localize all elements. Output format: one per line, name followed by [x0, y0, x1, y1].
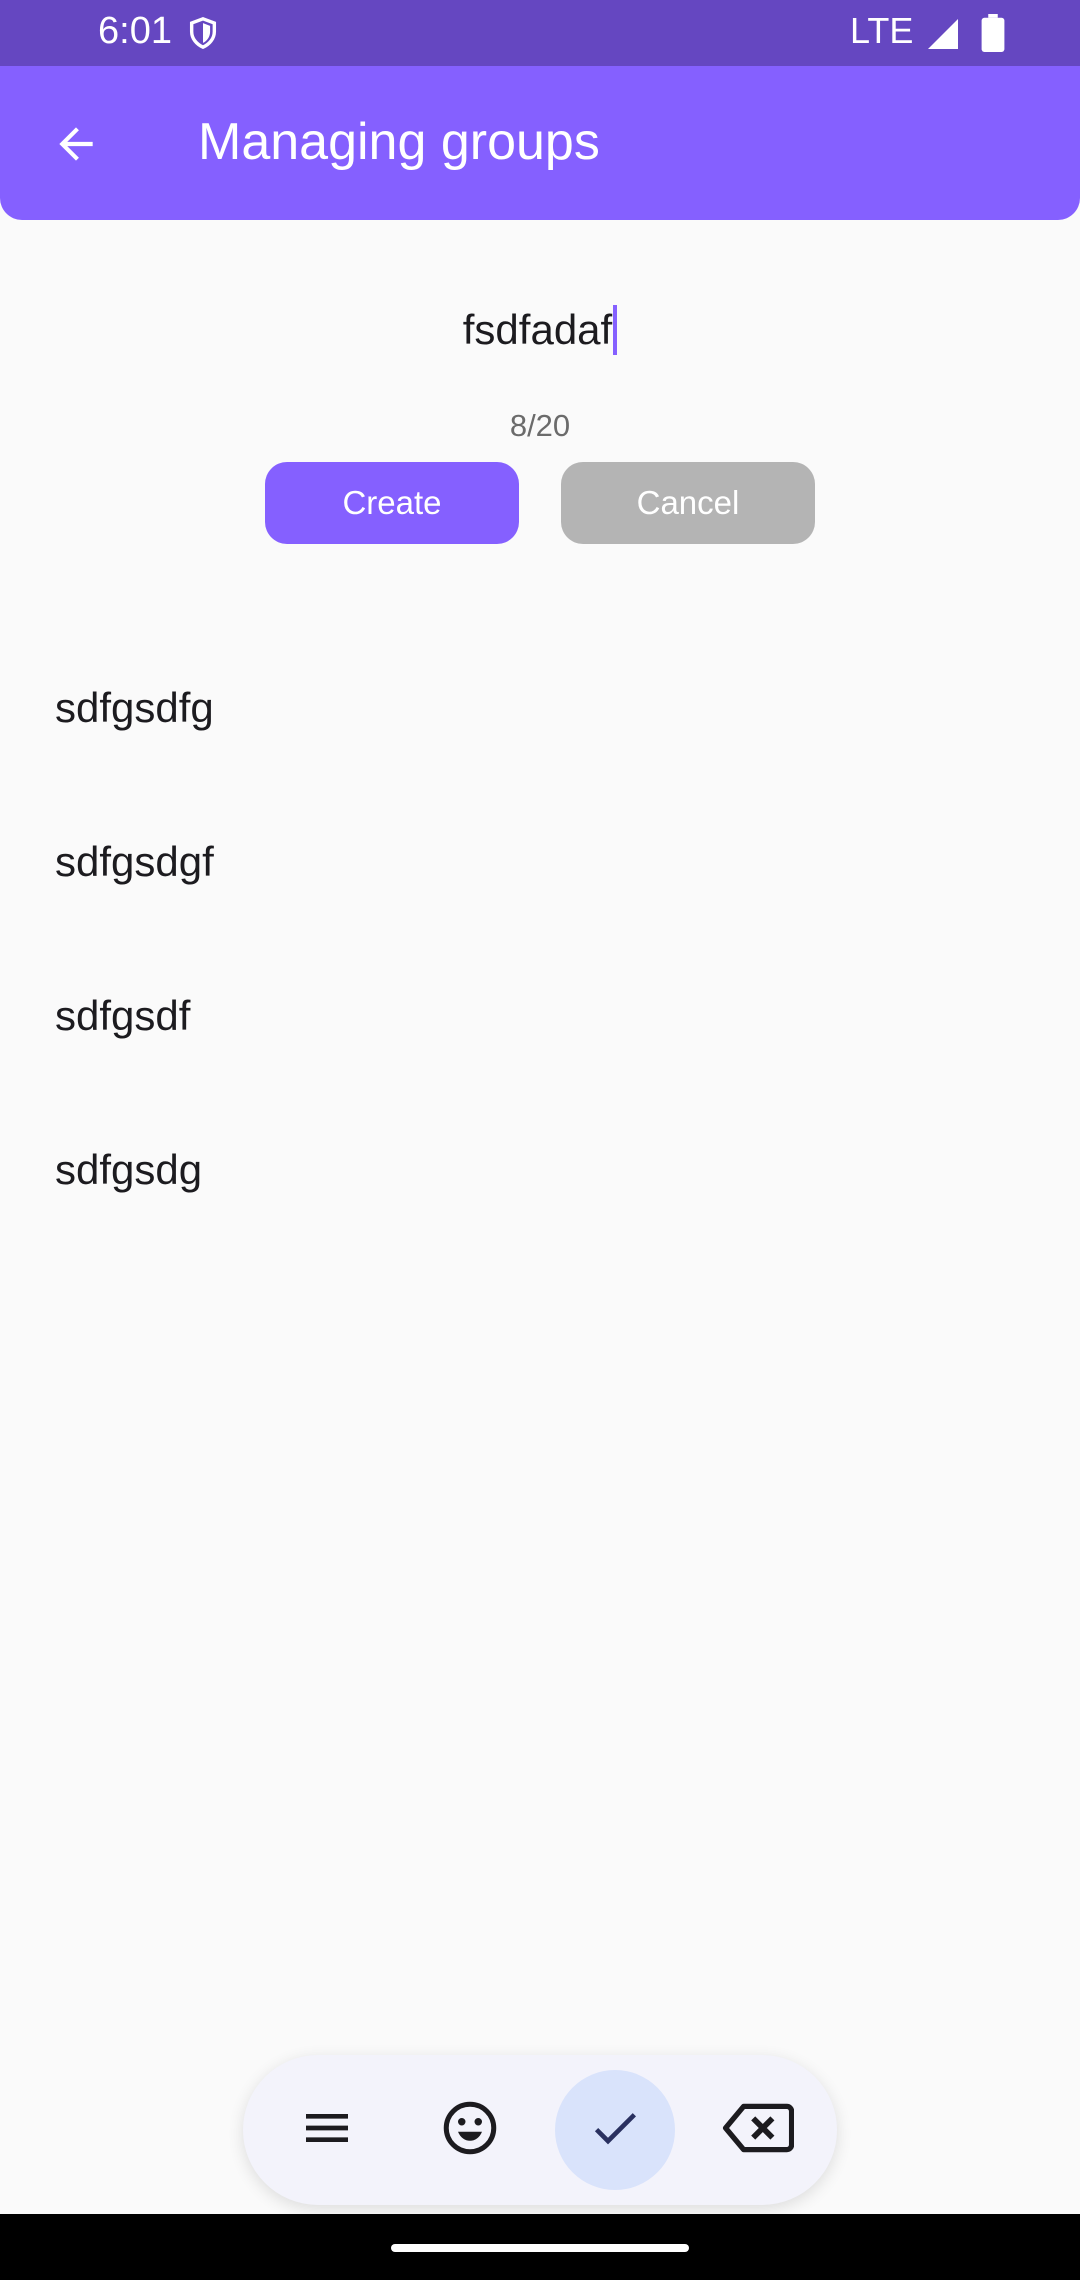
- char-counter: 8/20: [509, 408, 571, 443]
- arrow-back-icon: [51, 119, 101, 174]
- group-item[interactable]: sdfgsdg: [55, 1140, 202, 1200]
- create-button[interactable]: Create: [265, 462, 519, 544]
- app-bar: Managing groups: [0, 66, 1080, 220]
- group-item[interactable]: sdfgsdfg: [55, 678, 214, 738]
- check-icon: [587, 2100, 643, 2161]
- emoji-icon: [440, 2098, 500, 2163]
- network-type: LTE: [850, 10, 914, 51]
- emoji-button[interactable]: [410, 2070, 530, 2190]
- group-item[interactable]: sdfgsdf: [55, 986, 190, 1046]
- keyboard-toolbar: [243, 2055, 837, 2205]
- home-handle[interactable]: [391, 2244, 689, 2252]
- cancel-button[interactable]: Cancel: [561, 462, 815, 544]
- page-title: Managing groups: [198, 113, 600, 171]
- group-item[interactable]: sdfgsdgf: [55, 832, 214, 892]
- group-name-input[interactable]: fsdfadaf: [463, 306, 612, 354]
- menu-button[interactable]: [267, 2070, 387, 2190]
- done-button[interactable]: [555, 2070, 675, 2190]
- backspace-icon: [722, 2098, 795, 2163]
- group-name-field[interactable]: fsdfadaf: [0, 290, 1080, 370]
- backspace-button[interactable]: [698, 2070, 818, 2190]
- menu-icon: [299, 2100, 355, 2161]
- status-bar: 6:01 LTE: [0, 0, 1080, 66]
- battery-icon: [981, 14, 1005, 57]
- signal-icon: [925, 16, 961, 57]
- shield-icon: [186, 14, 220, 57]
- status-time: 6:01: [98, 10, 172, 52]
- text-cursor: [613, 305, 618, 355]
- navigation-bar: [0, 2214, 1080, 2280]
- back-button[interactable]: [40, 110, 112, 182]
